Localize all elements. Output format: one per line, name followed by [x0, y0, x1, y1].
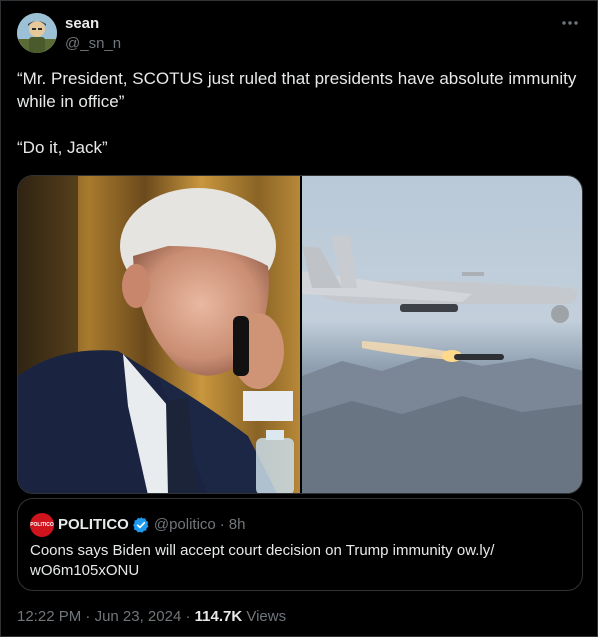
tweet-header: sean @_sn_n: [17, 13, 121, 54]
meta-separator: ·: [181, 608, 195, 625]
quoted-author-name[interactable]: POLITICO: [58, 515, 129, 535]
avatar-illustration-icon: [17, 13, 57, 53]
author-names: sean @_sn_n: [65, 14, 121, 54]
photo-man-on-phone[interactable]: [18, 176, 300, 493]
quoted-tweet-text: Coons says Biden will accept court decis…: [30, 542, 495, 579]
tweet-meta: 12:22 PM · Jun 23, 2024 · 114.7K Views: [17, 607, 286, 627]
author-handle[interactable]: @_sn_n: [65, 34, 121, 54]
author-display-name[interactable]: sean: [65, 14, 121, 34]
quoted-author-handle[interactable]: @politico: [154, 515, 216, 535]
tweet-time[interactable]: 12:22 PM: [17, 608, 81, 625]
quoted-author-avatar[interactable]: POLITICO: [30, 513, 54, 537]
more-dots-icon[interactable]: [559, 13, 581, 33]
tweet-date[interactable]: Jun 23, 2024: [95, 608, 182, 625]
quoted-tweet[interactable]: POLITICO POLITICO @politico · 8h Coons s…: [17, 498, 583, 591]
author-avatar[interactable]: [17, 13, 57, 53]
views-count: 114.7K: [194, 608, 243, 625]
views-label: Views: [242, 608, 287, 625]
tweet-card[interactable]: sean @_sn_n “Mr. President, SCOTUS just …: [0, 0, 598, 637]
quoted-avatar-logo: POLITICO: [30, 522, 54, 528]
media-grid: [17, 175, 583, 494]
quoted-timestamp[interactable]: 8h: [229, 515, 246, 535]
quoted-separator: ·: [219, 516, 225, 533]
tweet-text: “Mr. President, SCOTUS just ruled that p…: [17, 69, 577, 157]
meta-separator: ·: [81, 608, 95, 625]
photo-drone-firing-missile[interactable]: [302, 176, 582, 493]
quoted-tweet-header: POLITICO POLITICO @politico · 8h: [30, 513, 245, 537]
verified-badge-icon: [132, 516, 150, 534]
